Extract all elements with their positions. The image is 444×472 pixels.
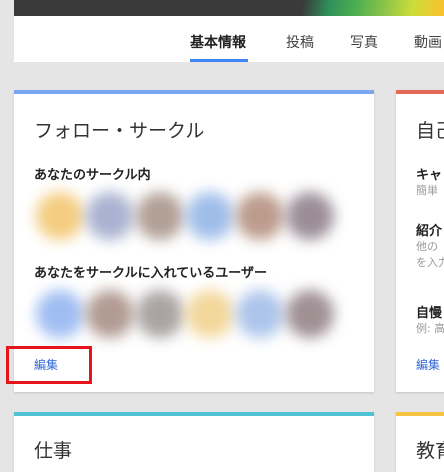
avatar[interactable]	[186, 290, 234, 338]
avatar[interactable]	[236, 290, 284, 338]
education-card-title: 教育	[416, 440, 444, 462]
highlight-annotation	[6, 346, 92, 384]
education-card-accent	[396, 412, 444, 416]
about-card-accent	[396, 90, 444, 94]
work-card-accent	[14, 412, 374, 416]
in-your-circles-avatars[interactable]	[34, 192, 354, 242]
avatar[interactable]	[236, 192, 284, 240]
avatar[interactable]	[86, 290, 134, 338]
work-card-title: 仕事	[34, 440, 73, 462]
circles-card-title: フォロー・サークル	[34, 120, 205, 142]
avatar[interactable]	[36, 290, 84, 338]
bragging-rights-label[interactable]: 自慢	[416, 302, 442, 321]
cover-banner	[14, 0, 444, 16]
profile-tab-bar: 基本情報 投稿 写真 動画	[14, 16, 444, 62]
tab-photos[interactable]: 写真	[350, 32, 378, 52]
work-card: 仕事	[14, 412, 374, 472]
introduction-label[interactable]: 紹介	[416, 220, 442, 239]
tab-posts[interactable]: 投稿	[286, 32, 314, 52]
occupation-label[interactable]: キャ	[416, 164, 442, 183]
edit-about-link[interactable]: 編集	[416, 356, 440, 373]
occupation-hint: 簡単	[416, 184, 438, 197]
about-card-title: 自己	[416, 120, 444, 142]
circles-card-accent	[14, 90, 374, 94]
introduction-hint-line2: を入力	[416, 256, 444, 269]
active-tab-indicator	[190, 59, 248, 62]
tab-about[interactable]: 基本情報	[190, 32, 246, 52]
education-card: 教育	[396, 412, 444, 472]
avatar[interactable]	[136, 192, 184, 240]
bragging-rights-hint: 例: 高	[416, 322, 444, 335]
avatar[interactable]	[86, 192, 134, 240]
cover-photo	[284, 0, 444, 16]
introduction-hint-line1: 他の	[416, 240, 438, 253]
have-you-in-circles-label: あなたをサークルに入れているユーザー	[34, 266, 267, 281]
avatar[interactable]	[36, 192, 84, 240]
about-card: 自己 キャ 簡単 紹介 他の を入力 自慢 例: 高 編集	[396, 90, 444, 392]
in-your-circles-label: あなたのサークル内	[34, 168, 151, 183]
avatar[interactable]	[186, 192, 234, 240]
have-you-in-circles-avatars[interactable]	[34, 290, 354, 340]
avatar[interactable]	[286, 192, 334, 240]
tab-videos[interactable]: 動画	[414, 32, 442, 52]
avatar[interactable]	[136, 290, 184, 338]
avatar[interactable]	[286, 290, 334, 338]
